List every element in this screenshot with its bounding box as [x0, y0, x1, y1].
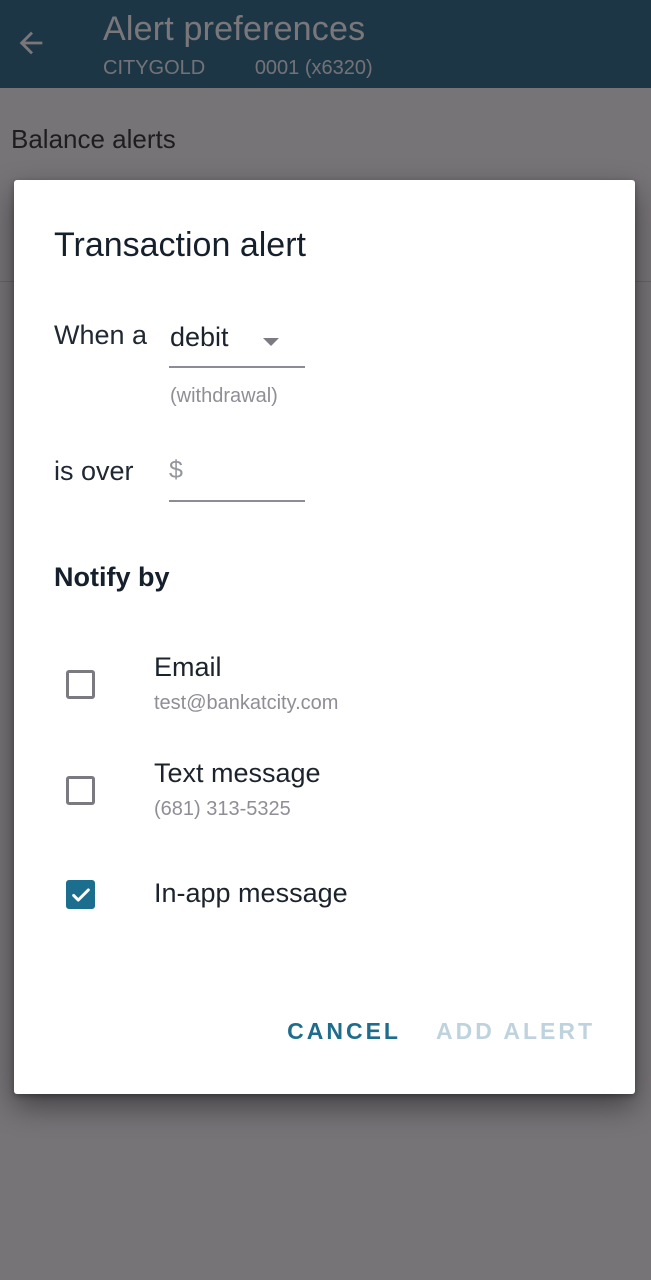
dialog-title: Transaction alert: [54, 226, 306, 264]
when-label: When a: [54, 320, 148, 350]
option-detail: (681) 313-5325: [154, 798, 291, 820]
notify-option-in-app[interactable]: In-app message: [54, 870, 614, 950]
option-label: Email: [154, 652, 222, 682]
amount-field[interactable]: $: [169, 446, 305, 502]
option-detail: test@bankatcity.com: [154, 692, 339, 714]
in-app-checkbox[interactable]: [66, 880, 95, 909]
add-alert-button[interactable]: ADD ALERT: [436, 1018, 595, 1045]
transaction-type-value: debit: [170, 322, 229, 352]
checkmark-icon: [72, 888, 90, 902]
cancel-button[interactable]: CANCEL: [287, 1018, 401, 1045]
notify-option-email[interactable]: Email test@bankatcity.com: [54, 646, 614, 726]
text-message-checkbox[interactable]: [66, 776, 95, 805]
amount-input[interactable]: [193, 452, 303, 492]
transaction-type-select[interactable]: debit: [169, 312, 305, 368]
notify-option-text-message[interactable]: Text message (681) 313-5325: [54, 752, 614, 832]
notify-by-heading: Notify by: [54, 562, 170, 592]
transaction-alert-dialog: Transaction alert When a debit (withdraw…: [14, 180, 635, 1094]
transaction-type-hint: (withdrawal): [170, 385, 278, 407]
caret-down-icon: [263, 338, 279, 346]
email-checkbox[interactable]: [66, 670, 95, 699]
amount-label: is over: [54, 456, 134, 486]
option-label: Text message: [154, 758, 321, 788]
option-label: In-app message: [154, 878, 348, 908]
currency-prefix: $: [169, 456, 183, 484]
